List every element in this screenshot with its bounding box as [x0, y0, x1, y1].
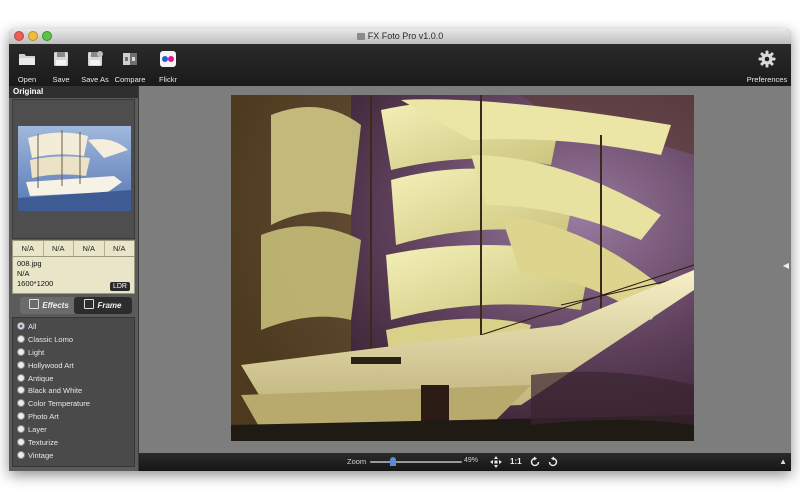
- expand-panel-arrow[interactable]: ▲: [779, 457, 787, 466]
- effect-option-photo-art[interactable]: Photo Art: [13, 411, 134, 424]
- effect-option-hollywood-art[interactable]: Hollywood Art: [13, 360, 134, 373]
- window-title: FX Foto Pro v1.0.0: [9, 29, 791, 44]
- edited-photo[interactable]: [231, 95, 694, 441]
- app-window: FX Foto Pro v1.0.0 Open Save Save As Com…: [9, 29, 791, 471]
- effect-option-classic-lomo[interactable]: Classic Lomo: [13, 334, 134, 347]
- radio-icon[interactable]: [17, 438, 25, 447]
- histogram-cell: N/A: [13, 241, 44, 256]
- tab-frame[interactable]: Frame: [74, 297, 132, 314]
- file-info: N/A: [17, 269, 30, 278]
- original-header: Original: [9, 86, 138, 98]
- histogram-values-row: N/A N/A N/A N/A: [13, 241, 134, 257]
- effect-option-label: Classic Lomo: [28, 334, 74, 344]
- original-thumbnail-image[interactable]: [18, 126, 131, 211]
- effect-option-label: Light: [28, 347, 45, 357]
- app-icon: [356, 33, 365, 40]
- actual-size-button[interactable]: 1:1: [510, 457, 522, 466]
- radio-icon[interactable]: [17, 334, 25, 343]
- toolbar: Open Save Save As Compare Flickr Prefere…: [9, 44, 791, 86]
- histogram-cell: N/A: [74, 241, 105, 256]
- flickr-button[interactable]: Flickr: [148, 47, 188, 85]
- folder-icon: [19, 54, 35, 65]
- tab-effects[interactable]: Effects: [20, 297, 78, 314]
- zoom-slider-knob[interactable]: [389, 457, 396, 466]
- zoom-slider-track[interactable]: [370, 461, 462, 463]
- effect-option-label: Antique: [28, 373, 54, 383]
- effect-option-all[interactable]: All: [13, 321, 134, 334]
- histogram-cell: N/A: [44, 241, 74, 256]
- zoom-label: Zoom: [347, 457, 367, 466]
- effect-option-label: Color Temperature: [28, 399, 90, 409]
- radio-icon[interactable]: [17, 412, 25, 421]
- frame-icon: [84, 299, 95, 309]
- gear-icon: [758, 50, 776, 68]
- ldr-badge: LDR: [109, 282, 130, 291]
- image-info-panel: N/A N/A N/A N/A 008.jpg N/A 1600*1200 LD…: [12, 240, 135, 294]
- effect-option-label: Photo Art: [28, 412, 59, 422]
- flickr-icon: [160, 51, 176, 67]
- effect-option-texturize[interactable]: Texturize: [13, 437, 134, 450]
- original-thumbnail-panel: [12, 99, 135, 239]
- panel-toggle-arrow[interactable]: ◀: [783, 261, 789, 270]
- preferences-button[interactable]: Preferences: [745, 47, 789, 85]
- image-canvas[interactable]: ◀: [139, 86, 791, 453]
- rotate-right-icon[interactable]: [547, 456, 559, 468]
- effect-option-layer[interactable]: Layer: [13, 424, 134, 437]
- radio-icon[interactable]: [17, 425, 25, 434]
- radio-icon[interactable]: [17, 360, 25, 369]
- radio-icon[interactable]: [17, 399, 25, 408]
- effect-option-label: Black and White: [28, 386, 83, 396]
- radio-icon[interactable]: [17, 322, 25, 330]
- radio-icon[interactable]: [17, 373, 25, 382]
- effect-option-label: Layer: [28, 425, 47, 435]
- original-header-label: Original: [13, 87, 44, 96]
- save-as-disk-icon: [88, 51, 103, 66]
- preferences-label: Preferences: [746, 75, 788, 84]
- effect-option-color-temperature[interactable]: Color Temperature: [13, 398, 134, 411]
- effect-option-label: Hollywood Art: [28, 360, 74, 370]
- window-title-text: FX Foto Pro v1.0.0: [367, 31, 444, 41]
- compare-icon: [123, 53, 137, 65]
- title-bar[interactable]: FX Foto Pro v1.0.0: [9, 29, 791, 45]
- effects-list: All Classic Lomo Light Hollywood Art Ant…: [12, 317, 135, 467]
- sidebar-tabs: Effects Frame: [12, 297, 135, 314]
- save-disk-icon: [54, 52, 68, 66]
- compare-button[interactable]: Compare: [110, 47, 150, 85]
- file-name: 008.jpg: [17, 259, 42, 268]
- histogram-cell: N/A: [112, 244, 126, 253]
- effect-option-label: Texturize: [28, 438, 59, 448]
- save-as-label: Save As: [81, 75, 109, 84]
- radio-icon[interactable]: [17, 450, 25, 459]
- effect-option-label: All: [28, 322, 37, 331]
- compare-label: Compare: [114, 75, 146, 84]
- fit-to-window-icon[interactable]: [490, 456, 502, 468]
- effects-icon: [29, 299, 40, 309]
- zoom-value: 49%: [464, 457, 479, 464]
- effect-option-light[interactable]: Light: [13, 347, 134, 360]
- rotate-left-icon[interactable]: [529, 456, 541, 468]
- effect-option-label: Vintage: [28, 450, 54, 460]
- status-bar: Zoom 49% 1:1 ▲: [139, 453, 791, 471]
- radio-icon[interactable]: [17, 386, 25, 395]
- effect-option-black-and-white[interactable]: Black and White: [13, 385, 134, 398]
- effect-option-vintage[interactable]: Vintage: [13, 450, 134, 463]
- tab-effects-label: Effects: [42, 301, 69, 310]
- sidebar: Original N/A N/A N/A N/A 008.jpg N/A 160…: [9, 86, 138, 471]
- tab-frame-label: Frame: [97, 301, 122, 310]
- effect-option-antique[interactable]: Antique: [13, 373, 134, 386]
- flickr-label: Flickr: [159, 75, 177, 84]
- save-as-button[interactable]: Save As: [75, 47, 115, 85]
- radio-icon[interactable]: [17, 347, 25, 356]
